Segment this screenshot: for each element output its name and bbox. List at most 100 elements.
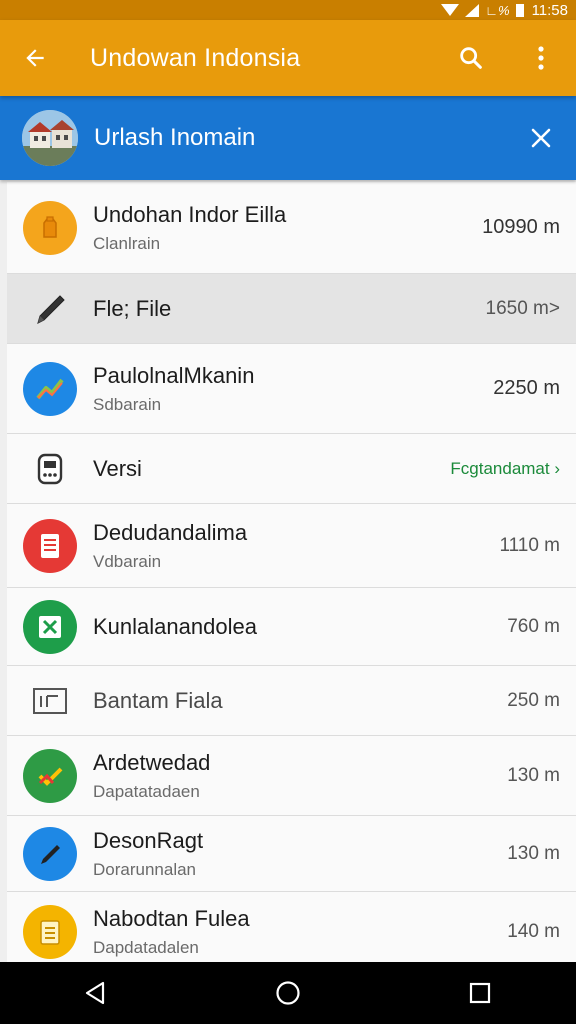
- list-item-size: 130 m: [507, 842, 560, 864]
- list-item-size: 1650 m>: [485, 297, 560, 319]
- document-glyph: [41, 533, 59, 558]
- list-item-icon-wrap: [7, 687, 93, 715]
- yellow-note-icon: [23, 904, 77, 959]
- building-photo-icon: [22, 110, 78, 166]
- back-button[interactable]: [0, 20, 70, 96]
- list-item[interactable]: Dedudandalima Vdbarain 1110 m: [7, 504, 576, 588]
- list-item-title: DesonRagt: [93, 827, 204, 853]
- list-item-icon-wrap: [7, 748, 93, 803]
- list-item-size: 250 m: [507, 689, 560, 711]
- status-icons: ∟%: [441, 2, 524, 18]
- list-item-title: Dedudandalima: [93, 519, 248, 545]
- list-item-size: 10990 m: [482, 216, 560, 238]
- note-glyph: [40, 919, 60, 945]
- notification-banner[interactable]: Urlash Inomain: [0, 96, 576, 180]
- list-item[interactable]: Undohan Indor Eilla Clanlrain 10990 m: [7, 182, 576, 274]
- signal-text: ∟%: [485, 2, 510, 18]
- list-item-size: 140 m: [507, 920, 560, 942]
- list-item-texts: Kunlalanandolea: [93, 614, 507, 640]
- list-item[interactable]: PaulolnalMkanin Sdbarain 2250 m: [7, 344, 576, 434]
- list-item-subtitle: Vdbarain: [93, 551, 162, 571]
- list-item-icon-wrap: [7, 451, 93, 487]
- list-item-title: Ardetwedad: [93, 749, 211, 775]
- list-item[interactable]: Fle; File 1650 m>: [7, 274, 576, 344]
- file-outline-icon: [33, 687, 67, 714]
- banner-thumbnail: [22, 110, 78, 166]
- list-item-texts: Fle; File: [93, 296, 486, 322]
- page-title: Undowan Indonsia: [90, 43, 301, 72]
- pen-glyph: [41, 844, 60, 864]
- orange-bag-icon: [23, 200, 77, 255]
- close-banner-button[interactable]: [506, 96, 576, 180]
- list-item[interactable]: DesonRagt Dorarunnalan 130 m: [7, 816, 576, 892]
- list-item-title: Kunlalanandolea: [93, 613, 257, 639]
- list-item-icon-wrap: [7, 518, 93, 573]
- clock: 11:58: [531, 1, 568, 19]
- check-glyph: [38, 767, 63, 786]
- nav-home-button[interactable]: [248, 962, 328, 1024]
- back-triangle-icon: [85, 981, 105, 1005]
- list-item[interactable]: Ardetwedad Dapatatadaen 130 m: [7, 736, 576, 816]
- list-item[interactable]: Versi Fcgtandamat ›: [7, 434, 576, 504]
- list-item-title: PaulolnalMkanin: [93, 362, 255, 388]
- list-item-icon-wrap: [7, 200, 93, 255]
- search-button[interactable]: [436, 20, 506, 96]
- back-arrow-icon: [26, 49, 44, 67]
- home-circle-icon: [276, 981, 300, 1005]
- search-icon: [460, 47, 482, 69]
- more-options-button[interactable]: [506, 20, 576, 96]
- list-item-icon-wrap: [7, 904, 93, 959]
- list-item-size: 1110 m: [499, 534, 560, 556]
- green-check-icon: [23, 748, 77, 803]
- nav-back-button[interactable]: [56, 962, 136, 1024]
- more-vert-icon: [538, 46, 544, 70]
- red-document-icon: [23, 518, 77, 573]
- list-item-action-link[interactable]: Fcgtandamat ›: [450, 459, 576, 479]
- list-item-texts: Bantam Fiala: [93, 688, 507, 714]
- list-item-icon-wrap: [7, 361, 93, 416]
- list-item-texts: DesonRagt Dorarunnalan: [93, 828, 507, 880]
- recents-square-icon: [469, 982, 491, 1004]
- app-bar: Undowan Indonsia: [0, 20, 576, 96]
- list-item-title: Nabodtan Fulea: [93, 905, 250, 931]
- list-item[interactable]: Kunlalanandolea 760 m: [7, 588, 576, 666]
- list-item-title: Versi: [93, 455, 142, 481]
- chart-glyph: [36, 378, 64, 399]
- file-list: Undohan Indor Eilla Clanlrain 10990 m Fl…: [7, 182, 576, 972]
- nav-recents-button[interactable]: [440, 962, 520, 1024]
- list-item[interactable]: Nabodtan Fulea Dapdatadalen 140 m: [7, 892, 576, 972]
- list-item-subtitle: Dapdatadalen: [93, 937, 199, 957]
- blue-pen-icon: [23, 826, 77, 881]
- battery-icon: [515, 3, 524, 17]
- device-icon: [37, 453, 63, 484]
- list-item-texts: Nabodtan Fulea Dapdatadalen: [93, 906, 507, 958]
- list-item-texts: Ardetwedad Dapatatadaen: [93, 750, 507, 802]
- list-item-title: Undohan Indor Eilla: [93, 201, 287, 227]
- status-bar: ∟% 11:58: [0, 0, 576, 20]
- list-item-subtitle: Dapatatadaen: [93, 781, 200, 801]
- excel-glyph: [39, 615, 61, 638]
- list-item-texts: Versi: [93, 456, 450, 482]
- list-item-title: Bantam Fiala: [93, 687, 223, 713]
- list-item-subtitle: Sdbarain: [93, 394, 162, 414]
- list-item-size: 760 m: [507, 615, 560, 637]
- banner-title: Urlash Inomain: [94, 124, 256, 151]
- list-item-texts: Undohan Indor Eilla Clanlrain: [93, 202, 482, 254]
- list-item-title: Fle; File: [93, 295, 172, 321]
- list-item-subtitle: Clanlrain: [93, 233, 161, 253]
- list-item[interactable]: Bantam Fiala 250 m: [7, 666, 576, 736]
- excel-icon: [23, 599, 77, 654]
- bag-glyph: [43, 215, 57, 238]
- chart-icon: [23, 361, 77, 416]
- list-item-texts: Dedudandalima Vdbarain: [93, 520, 499, 572]
- system-nav-bar: [0, 962, 576, 1024]
- close-icon: [531, 128, 551, 148]
- list-item-size: 2250 m: [493, 377, 560, 399]
- list-item-texts: PaulolnalMkanin Sdbarain: [93, 363, 493, 415]
- wifi-icon: [441, 4, 460, 16]
- list-item-icon-wrap: [7, 289, 93, 329]
- list-item-subtitle: Dorarunnalan: [93, 859, 197, 879]
- list-item-size: 130 m: [507, 764, 560, 786]
- list-item-icon-wrap: [7, 826, 93, 881]
- pen-icon: [37, 294, 65, 324]
